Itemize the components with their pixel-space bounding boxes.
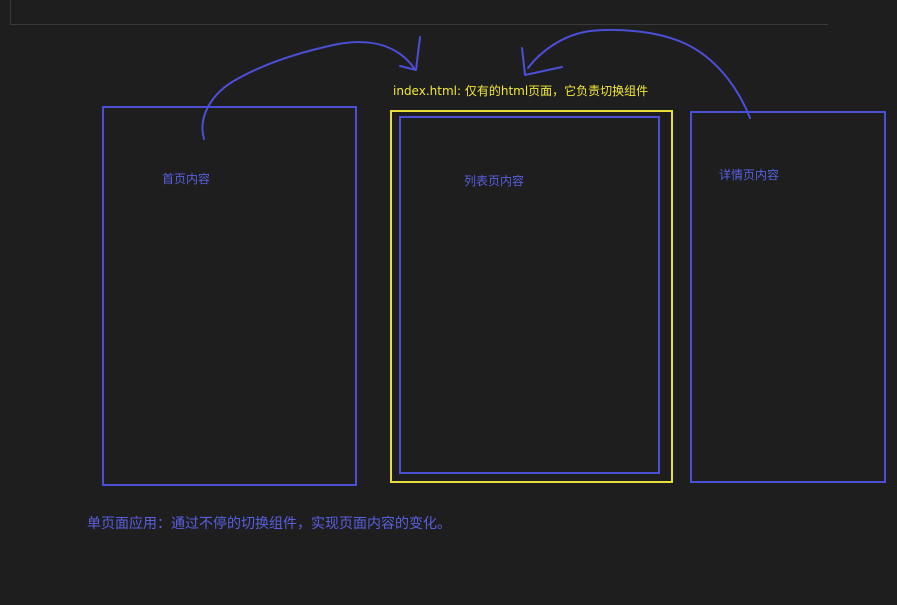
caption-text: 单页面应用：通过不停的切换组件，实现页面内容的变化。 [87,516,451,532]
left-arrow-curve [201,41,415,140]
diagram-canvas: index.html: 仅有的html页面，它负责切换组件 首页内容 列表页内容… [0,0,897,605]
left-arrowhead [399,36,421,71]
right-arrow-curve [527,28,751,119]
